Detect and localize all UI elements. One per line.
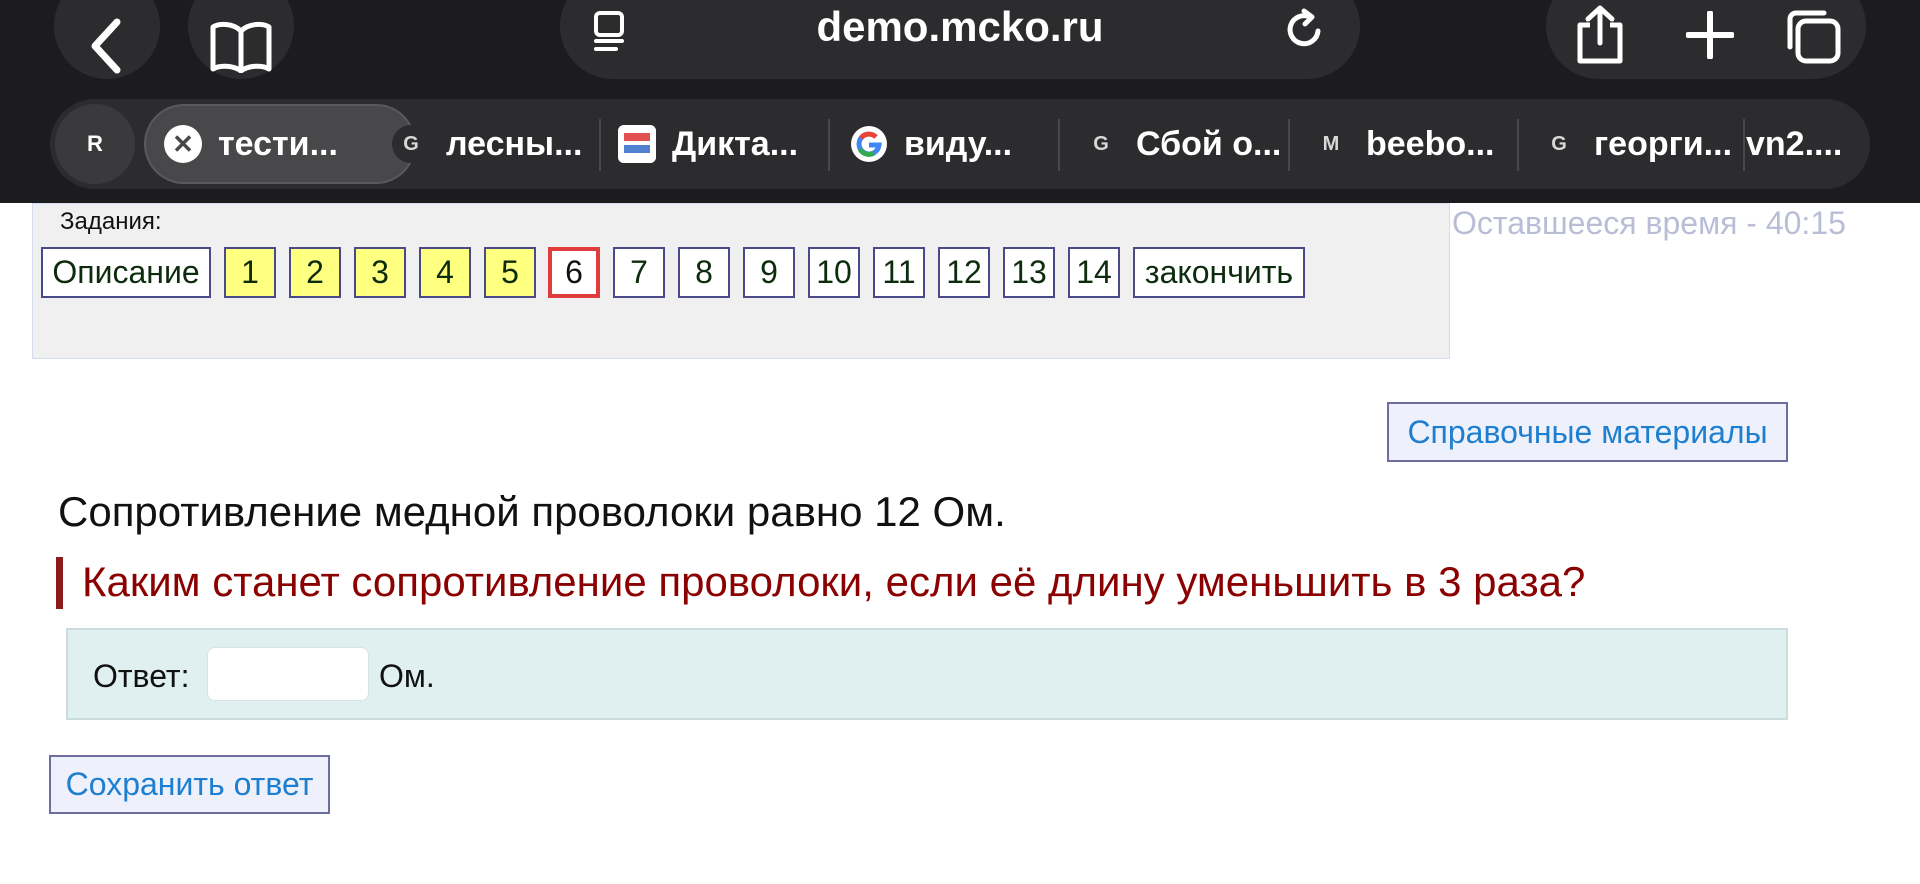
tab-separator	[1743, 119, 1745, 171]
tab-separator	[828, 119, 830, 171]
tab-label: виду...	[904, 124, 1013, 163]
tabs-overview-icon[interactable]	[1784, 7, 1842, 65]
reload-icon[interactable]	[1282, 7, 1326, 51]
task-button-1[interactable]: 1	[224, 247, 276, 298]
answer-input[interactable]	[207, 647, 369, 701]
google-g-icon	[850, 125, 888, 163]
tab-separator	[1288, 119, 1290, 171]
problem-statement: Сопротивление медной проволоки равно 12 …	[58, 488, 1006, 535]
task-button-2[interactable]: 2	[289, 247, 341, 298]
task-button-4[interactable]: 4	[419, 247, 471, 298]
tab-beebo[interactable]: M beebo...	[1312, 104, 1540, 184]
save-answer-button[interactable]: Сохранить ответ	[49, 755, 330, 814]
task-button-6[interactable]: 6	[548, 247, 600, 298]
chevron-left-icon	[91, 18, 121, 74]
back-button[interactable]	[54, 0, 160, 79]
task-button-8[interactable]: 8	[678, 247, 730, 298]
task-button-12[interactable]: 12	[938, 247, 990, 298]
answer-label: Ответ:	[93, 658, 190, 694]
remaining-time: Оставшееся время - 40:15	[1452, 205, 1846, 241]
tab-label: beebo...	[1366, 124, 1495, 163]
finish-button[interactable]: закончить	[1133, 247, 1305, 298]
g-favicon-icon: G	[1082, 125, 1120, 163]
task-description-button[interactable]: Описание	[41, 247, 211, 298]
tab-label: георги...	[1594, 124, 1733, 163]
tab-separator	[1058, 119, 1060, 171]
question-marker-bar	[56, 557, 63, 609]
g-favicon-icon: G	[392, 125, 430, 163]
address-bar[interactable]: demo.mcko.ru	[560, 0, 1360, 79]
task-button-14[interactable]: 14	[1068, 247, 1120, 298]
task-button-5[interactable]: 5	[484, 247, 536, 298]
tab-testing[interactable]: ✕ тести...	[144, 104, 416, 184]
profile-avatar[interactable]: R	[55, 104, 135, 184]
task-button-11[interactable]: 11	[873, 247, 925, 298]
tab-label: Сбой о...	[1136, 124, 1282, 163]
tab-diktant[interactable]: Дикта...	[618, 104, 868, 184]
tab-lesnye[interactable]: G лесны...	[392, 104, 642, 184]
reference-materials-button[interactable]: Справочные материалы	[1387, 402, 1788, 462]
task-button-9[interactable]: 9	[743, 247, 795, 298]
tasks-label: Задания:	[60, 208, 162, 235]
task-button-10[interactable]: 10	[808, 247, 860, 298]
tab-vidu[interactable]: виду...	[850, 104, 1090, 184]
tab-label: Дикта...	[672, 124, 799, 163]
m-favicon-icon: M	[1312, 125, 1350, 163]
tab-strip: R ✕ тести... G лесны... Дикта... виду...…	[50, 99, 1870, 189]
browser-chrome: demo.mcko.ru R ✕ тести... G лесны... Дик…	[0, 0, 1920, 203]
tab-label: лесны...	[446, 124, 583, 163]
task-button-3[interactable]: 3	[354, 247, 406, 298]
close-tab-icon[interactable]: ✕	[164, 125, 202, 163]
share-icon[interactable]	[1574, 5, 1626, 65]
tab-vn2[interactable]: vn2....	[1746, 104, 1856, 184]
answer-unit: Ом.	[379, 658, 435, 694]
tab-georgi[interactable]: G георги...	[1540, 104, 1750, 184]
task-button-13[interactable]: 13	[1003, 247, 1055, 298]
url-text: demo.mcko.ru	[816, 3, 1104, 50]
open-book-icon	[210, 21, 272, 73]
toolbar-actions	[1546, 0, 1866, 79]
tab-separator	[599, 119, 601, 171]
tab-label: тести...	[218, 124, 338, 163]
problem-question: Каким станет сопротивление проволоки, ес…	[82, 558, 1586, 605]
g-favicon-icon: G	[1540, 125, 1578, 163]
tab-sboy[interactable]: G Сбой о...	[1082, 104, 1322, 184]
tab-separator	[1517, 119, 1519, 171]
new-tab-plus-icon[interactable]	[1686, 11, 1734, 59]
task-button-7[interactable]: 7	[613, 247, 665, 298]
tab-label: vn2....	[1746, 124, 1843, 163]
bookmarks-button[interactable]	[188, 0, 294, 79]
diktant-favicon-icon	[618, 125, 656, 163]
